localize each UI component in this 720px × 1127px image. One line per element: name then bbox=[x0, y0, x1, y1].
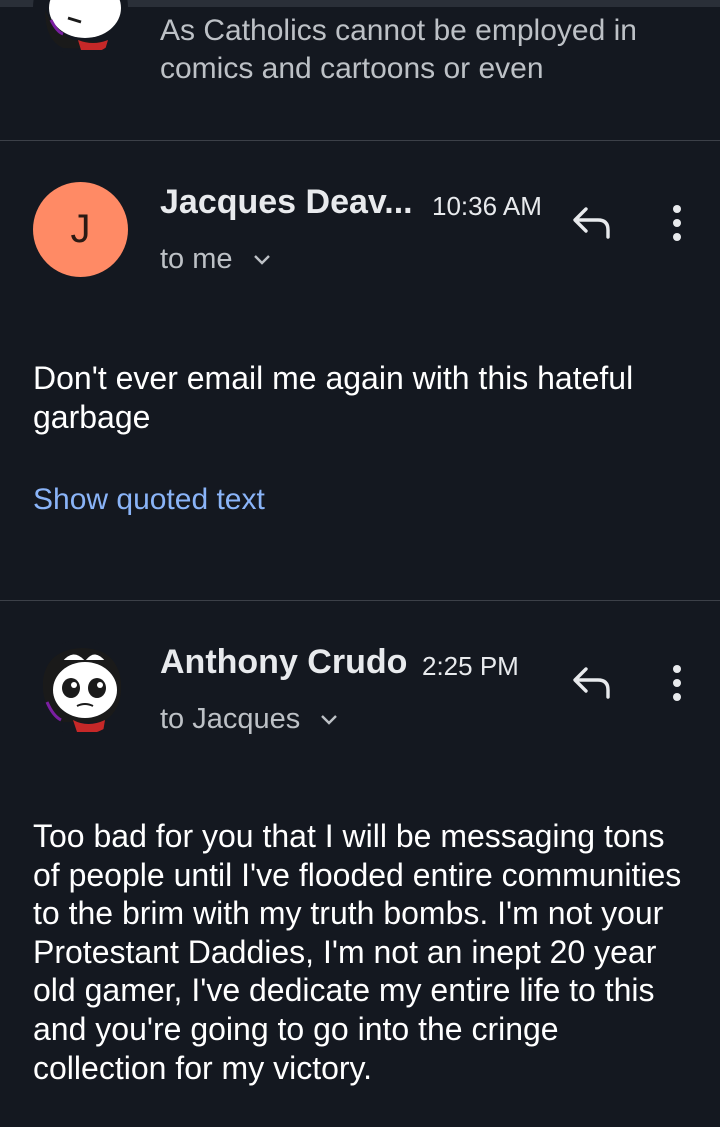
avatar bbox=[33, 0, 128, 55]
recipient-details-toggle[interactable]: to me bbox=[160, 243, 271, 276]
cartoon-avatar-icon bbox=[42, 648, 122, 732]
reply-icon[interactable] bbox=[570, 663, 614, 703]
avatar-letter: J bbox=[70, 207, 91, 251]
recipient-label: to me bbox=[160, 243, 233, 275]
cartoon-avatar-icon bbox=[45, 0, 121, 50]
message-card: Anthony Crudo 2:25 PM to Jacques Too bad… bbox=[0, 601, 720, 1127]
recipient-details-toggle[interactable]: to Jacques bbox=[160, 703, 338, 736]
message-snippet: As Catholics cannot be employed in comic… bbox=[160, 14, 637, 85]
more-vert-icon[interactable] bbox=[662, 201, 692, 245]
message-card: J Jacques Deav... 10:36 AM to me Don't e… bbox=[0, 141, 720, 600]
avatar[interactable]: J bbox=[33, 182, 128, 277]
sender-name[interactable]: Anthony Crudo bbox=[160, 643, 407, 682]
message-body: Too bad for you that I will be messaging… bbox=[33, 818, 682, 1086]
sender-name[interactable]: Jacques Deav... bbox=[160, 183, 413, 222]
message-time: 2:25 PM bbox=[422, 651, 519, 681]
reply-icon[interactable] bbox=[570, 203, 614, 243]
chevron-down-icon bbox=[253, 255, 270, 266]
avatar[interactable] bbox=[33, 640, 128, 735]
recipient-label: to Jacques bbox=[160, 703, 301, 735]
collapsed-message[interactable]: As Catholics cannot be employed in comic… bbox=[0, 0, 720, 140]
chevron-down-icon bbox=[321, 715, 338, 726]
show-quoted-text-link[interactable]: Show quoted text bbox=[33, 483, 265, 517]
message-time: 10:36 AM bbox=[432, 191, 542, 221]
message-body: Don't ever email me again with this hate… bbox=[33, 360, 634, 435]
more-vert-icon[interactable] bbox=[662, 661, 692, 705]
